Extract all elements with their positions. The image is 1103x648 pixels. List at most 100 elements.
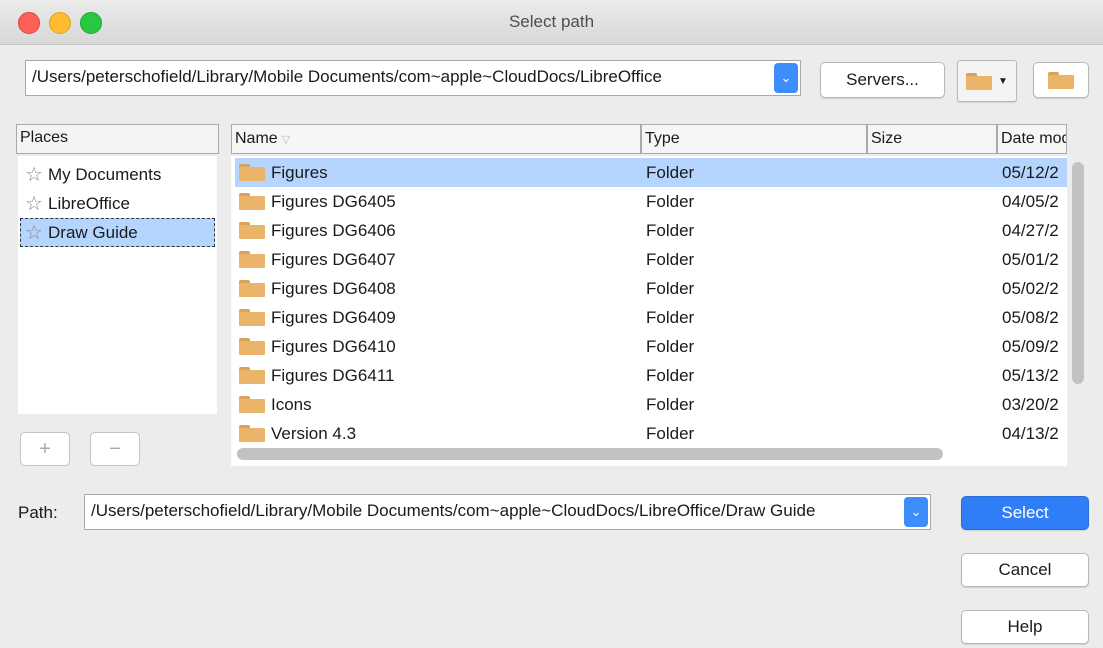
file-date: 05/08/2 — [1002, 308, 1059, 327]
file-name: Figures DG6405 — [271, 192, 396, 211]
table-row[interactable]: Icons Folder 03/20/2 — [235, 390, 1067, 419]
plus-icon: + — [39, 437, 51, 460]
file-name: Figures — [271, 163, 328, 182]
file-type: Folder — [646, 163, 695, 182]
places-header-label: Places — [20, 129, 69, 146]
select-button-label: Select — [1001, 503, 1049, 522]
column-header-name[interactable]: Name ▽ — [231, 124, 641, 154]
folder-icon — [1048, 71, 1074, 89]
path-label: Path: — [18, 503, 58, 522]
file-date: 05/01/2 — [1002, 250, 1059, 269]
path-text: /Users/peterschofield/Library/Mobile Doc… — [91, 501, 816, 520]
file-name: Icons — [271, 395, 312, 414]
column-name-label: Name — [235, 130, 278, 147]
file-type: Folder — [646, 192, 695, 211]
file-type: Folder — [646, 279, 695, 298]
table-row[interactable]: Figures DG6405 Folder 04/05/2 — [235, 187, 1067, 216]
place-item-draw-guide[interactable]: ☆ Draw Guide — [20, 218, 215, 247]
select-button[interactable]: Select — [961, 496, 1089, 530]
table-row[interactable]: Version 4.3 Folder 04/13/2 — [235, 419, 1067, 448]
folder-icon — [239, 280, 265, 297]
file-date: 03/20/2 — [1002, 395, 1059, 414]
place-item-my-documents[interactable]: ☆ My Documents — [20, 160, 215, 189]
folder-icon — [239, 222, 265, 239]
horizontal-scrollbar[interactable] — [237, 448, 943, 460]
file-list: Figures Folder 05/12/2 Figures DG6405 Fo… — [231, 156, 1067, 466]
place-label: My Documents — [48, 164, 162, 184]
window-title: Select path — [508, 12, 595, 31]
column-header-type[interactable]: Type — [641, 124, 867, 154]
help-button[interactable]: Help — [961, 610, 1089, 644]
column-header-date[interactable]: Date modi — [997, 124, 1067, 154]
file-name: Figures DG6406 — [271, 221, 396, 240]
file-date: 05/02/2 — [1002, 279, 1059, 298]
table-row[interactable]: Figures DG6408 Folder 05/02/2 — [235, 274, 1067, 303]
minus-icon: − — [109, 437, 121, 460]
table-row[interactable]: Figures DG6409 Folder 05/08/2 — [235, 303, 1067, 332]
folder-icon — [239, 251, 265, 268]
file-type: Folder — [646, 250, 695, 269]
table-row[interactable]: Figures DG6406 Folder 04/27/2 — [235, 216, 1067, 245]
file-date: 04/13/2 — [1002, 424, 1059, 443]
folder-icon — [239, 425, 265, 442]
help-button-label: Help — [1007, 617, 1043, 636]
table-row[interactable]: Figures Folder 05/12/2 — [235, 158, 1067, 187]
file-type: Folder — [646, 308, 695, 327]
new-folder-dropdown-button[interactable]: ▼ — [957, 60, 1017, 102]
servers-button-label: Servers... — [846, 70, 919, 89]
dropdown-arrow-icon: ▼ — [998, 75, 1008, 87]
file-type: Folder — [646, 395, 695, 414]
column-date-label: Date modi — [1001, 130, 1067, 147]
star-icon: ☆ — [25, 193, 43, 215]
table-row[interactable]: Figures DG6410 Folder 05/09/2 — [235, 332, 1067, 361]
star-icon: ☆ — [25, 164, 43, 186]
folder-icon — [239, 396, 265, 413]
table-row[interactable]: Figures DG6411 Folder 05/13/2 — [235, 361, 1067, 390]
title-bar: Select path — [0, 0, 1103, 45]
path-combobox[interactable]: /Users/peterschofield/Library/Mobile Doc… — [84, 494, 931, 530]
chevron-down-icon[interactable]: ⌄ — [774, 63, 798, 93]
chevron-down-icon[interactable]: ⌄ — [904, 497, 928, 527]
current-folder-text: /Users/peterschofield/Library/Mobile Doc… — [32, 67, 662, 86]
file-date: 05/09/2 — [1002, 337, 1059, 356]
sort-descending-icon: ▽ — [281, 134, 291, 146]
folder-icon — [239, 309, 265, 326]
file-date: 05/13/2 — [1002, 366, 1059, 385]
places-header: Places — [16, 124, 219, 154]
file-date: 05/12/2 — [1002, 163, 1059, 182]
cancel-button[interactable]: Cancel — [961, 553, 1089, 587]
folder-icon — [239, 164, 265, 181]
file-type: Folder — [646, 221, 695, 240]
file-type: Folder — [646, 424, 695, 443]
add-place-button[interactable]: + — [20, 432, 70, 466]
file-list-header: Name ▽ Type Size Date modi — [231, 124, 1067, 154]
file-name: Version 4.3 — [271, 424, 357, 443]
file-name: Figures DG6410 — [271, 337, 396, 356]
cancel-button-label: Cancel — [998, 560, 1052, 579]
column-header-size[interactable]: Size — [867, 124, 997, 154]
file-date: 04/27/2 — [1002, 221, 1059, 240]
place-item-libreoffice[interactable]: ☆ LibreOffice — [20, 189, 215, 218]
file-type: Folder — [646, 366, 695, 385]
folder-icon — [239, 338, 265, 355]
column-type-label: Type — [645, 130, 680, 147]
folder-icon — [239, 193, 265, 210]
servers-button[interactable]: Servers... — [820, 62, 945, 98]
remove-place-button[interactable]: − — [90, 432, 140, 466]
file-date: 04/05/2 — [1002, 192, 1059, 211]
file-name: Figures DG6407 — [271, 250, 396, 269]
folder-icon — [239, 367, 265, 384]
place-label: LibreOffice — [48, 193, 130, 213]
folder-icon — [966, 72, 993, 90]
star-icon: ☆ — [25, 222, 43, 244]
current-folder-combobox[interactable]: /Users/peterschofield/Library/Mobile Doc… — [25, 60, 801, 96]
place-label: Draw Guide — [48, 222, 138, 242]
places-list: ☆ My Documents ☆ LibreOffice ☆ Draw Guid… — [18, 156, 217, 414]
vertical-scrollbar[interactable] — [1072, 162, 1084, 384]
new-folder-button[interactable] — [1033, 62, 1089, 98]
file-name: Figures DG6411 — [271, 366, 395, 385]
table-row[interactable]: Figures DG6407 Folder 05/01/2 — [235, 245, 1067, 274]
file-name: Figures DG6409 — [271, 308, 396, 327]
file-type: Folder — [646, 337, 695, 356]
file-name: Figures DG6408 — [271, 279, 396, 298]
